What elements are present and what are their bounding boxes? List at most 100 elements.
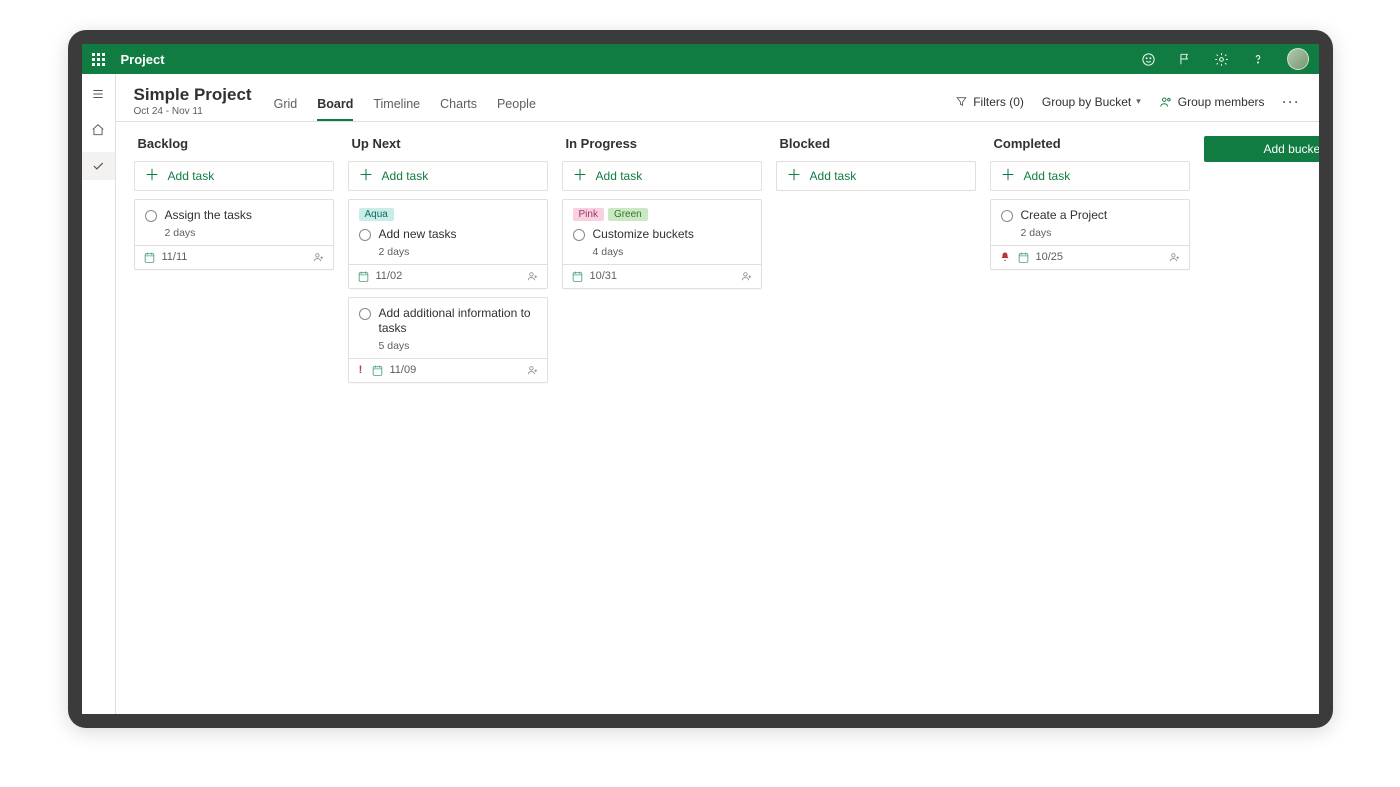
- left-nav: [82, 74, 116, 714]
- calendar-icon: [1017, 251, 1030, 264]
- group-members-button[interactable]: Group members: [1159, 95, 1265, 109]
- task-date: 11/09: [390, 364, 417, 376]
- board: Backlog ＋ Add task Assign the tasks 2 days 11…: [116, 122, 1319, 714]
- task-title: Create a Project: [1021, 208, 1179, 224]
- body: Simple Project Oct 24 - Nov 11 Grid Boar…: [82, 74, 1319, 714]
- task-title: Add additional information to tasks: [379, 306, 537, 337]
- task-duration: 2 days: [165, 227, 323, 239]
- tab-charts[interactable]: Charts: [440, 97, 477, 121]
- bucket-title: Up Next: [352, 136, 548, 151]
- task-label: Green: [608, 208, 648, 221]
- task-labels: Pink Green: [573, 208, 751, 221]
- bucket: Blocked ＋Add task: [776, 136, 976, 700]
- complete-toggle[interactable]: [1001, 210, 1013, 222]
- assign-button[interactable]: [1168, 251, 1181, 264]
- people-icon: [1159, 95, 1173, 109]
- task-label: Aqua: [359, 208, 394, 221]
- task-label: Pink: [573, 208, 604, 221]
- device-frame: Project: [68, 30, 1333, 728]
- complete-toggle[interactable]: [145, 210, 157, 222]
- task-duration: 4 days: [593, 246, 751, 258]
- complete-toggle[interactable]: [573, 229, 585, 241]
- bucket: Completed ＋Add task Create a Project 2 days…: [990, 136, 1190, 700]
- add-task-label: Add task: [596, 169, 643, 183]
- plus-icon: ＋: [573, 170, 588, 182]
- filters-label: Filters (0): [973, 95, 1024, 109]
- nav-menu-icon[interactable]: [82, 80, 116, 108]
- more-actions-button[interactable]: ···: [1283, 95, 1301, 109]
- add-task-button[interactable]: ＋ Add task: [562, 161, 762, 191]
- tab-timeline[interactable]: Timeline: [373, 97, 420, 121]
- tab-people[interactable]: People: [497, 97, 536, 121]
- priority-icon: !: [357, 364, 365, 376]
- add-bucket-column: Add bucket: [1204, 136, 1319, 700]
- command-bar-right: Filters (0) Group by Bucket ▾ Group memb…: [955, 95, 1300, 109]
- task-card[interactable]: Create a Project 2 days 10/25: [990, 199, 1190, 270]
- reminder-icon: [999, 251, 1011, 263]
- app-bar-right: [1141, 48, 1309, 70]
- task-footer: 11/02: [349, 264, 547, 288]
- screen: Project: [82, 44, 1319, 714]
- assign-button[interactable]: [526, 270, 539, 283]
- command-bar: Simple Project Oct 24 - Nov 11 Grid Boar…: [116, 74, 1319, 122]
- task-date: 10/25: [1036, 251, 1064, 263]
- app-name: Project: [121, 52, 165, 67]
- filter-icon: [955, 95, 968, 108]
- add-task-button[interactable]: ＋Add task: [776, 161, 976, 191]
- task-footer: 10/31: [563, 264, 761, 288]
- task-duration: 2 days: [379, 246, 537, 258]
- bucket-title: Blocked: [780, 136, 976, 151]
- task-duration: 2 days: [1021, 227, 1179, 239]
- add-bucket-button[interactable]: Add bucket: [1204, 136, 1319, 162]
- complete-toggle[interactable]: [359, 229, 371, 241]
- assign-person-icon: [312, 251, 325, 264]
- task-card[interactable]: PinkGreenCustomize buckets4 days10/31: [562, 199, 762, 289]
- task-card[interactable]: Add additional information to tasks 5 day…: [348, 297, 548, 383]
- smiley-icon[interactable]: [1141, 52, 1156, 67]
- bell-icon: [999, 251, 1011, 263]
- settings-icon[interactable]: [1214, 52, 1229, 67]
- assign-person-icon: [526, 270, 539, 283]
- plus-icon: ＋: [359, 170, 374, 182]
- task-footer: 11/11: [135, 245, 333, 269]
- tab-grid[interactable]: Grid: [274, 97, 298, 121]
- add-task-label: Add task: [810, 169, 857, 183]
- bucket-title: In Progress: [566, 136, 762, 151]
- task-card[interactable]: Aqua Add new tasks 2 days 11/02: [348, 199, 548, 289]
- task-title: Add new tasks: [379, 227, 537, 243]
- add-task-button[interactable]: ＋Add task: [348, 161, 548, 191]
- complete-toggle[interactable]: [359, 308, 371, 320]
- chevron-down-icon: ▾: [1136, 96, 1141, 107]
- task-duration: 5 days: [379, 340, 537, 352]
- groupby-button[interactable]: Group by Bucket ▾: [1042, 95, 1141, 109]
- groupby-label: Group by Bucket: [1042, 95, 1131, 109]
- bucket-title: Backlog: [138, 136, 334, 151]
- filters-button[interactable]: Filters (0): [955, 95, 1024, 109]
- task-footer: ! 11/09: [349, 358, 547, 382]
- flag-icon[interactable]: [1178, 52, 1192, 66]
- group-members-label: Group members: [1178, 95, 1265, 109]
- user-avatar[interactable]: [1287, 48, 1309, 70]
- add-task-button[interactable]: ＋Add task: [990, 161, 1190, 191]
- nav-tasks-icon[interactable]: [82, 152, 116, 180]
- bucket: Backlog ＋Add task Assign the tasks 2 days 11…: [134, 136, 334, 700]
- help-icon[interactable]: [1251, 52, 1265, 66]
- tab-board[interactable]: Board: [317, 97, 353, 121]
- assign-button[interactable]: [740, 270, 753, 283]
- view-tabs: Grid Board Timeline Charts People: [274, 97, 536, 121]
- nav-home-icon[interactable]: [82, 116, 116, 144]
- calendar-icon: [571, 270, 584, 283]
- assign-person-icon: [526, 364, 539, 377]
- task-footer: 10/25: [991, 245, 1189, 269]
- task-title: Assign the tasks: [165, 208, 323, 224]
- add-task-button[interactable]: ＋Add task: [134, 161, 334, 191]
- bucket-title: Completed: [994, 136, 1190, 151]
- app-launcher-icon[interactable]: [92, 53, 105, 66]
- assign-button[interactable]: [312, 251, 325, 264]
- task-card[interactable]: Assign the tasks 2 days 11/11: [134, 199, 334, 270]
- task-labels: Aqua: [359, 208, 537, 221]
- task-date: 11/11: [162, 251, 188, 263]
- app-bar: Project: [82, 44, 1319, 74]
- main: Simple Project Oct 24 - Nov 11 Grid Boar…: [116, 74, 1319, 714]
- assign-button[interactable]: [526, 364, 539, 377]
